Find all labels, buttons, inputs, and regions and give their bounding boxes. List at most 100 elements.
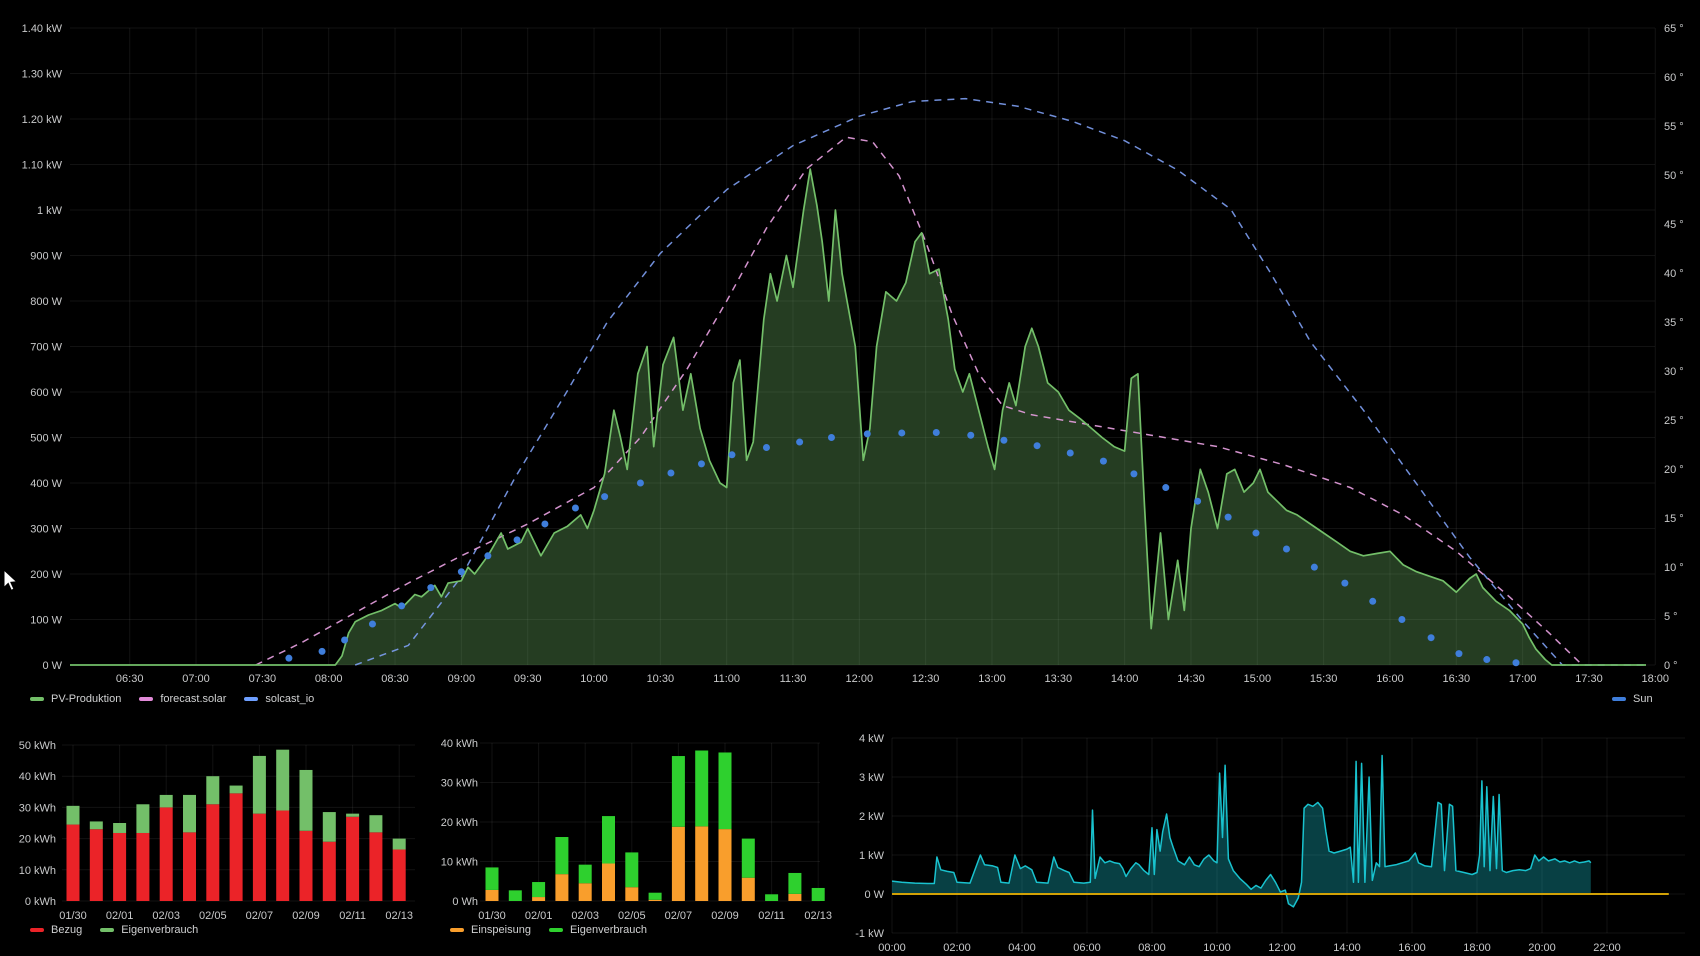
grid-daily-chart-bar-segment[interactable] bbox=[300, 770, 313, 831]
grid-daily-chart-bar-segment[interactable] bbox=[90, 821, 103, 829]
grid-daily-chart-bar-segment[interactable] bbox=[369, 815, 382, 832]
x-axis-label: 02/09 bbox=[711, 910, 739, 922]
solcast-io-point bbox=[1512, 659, 1519, 666]
y-axis-left-label: 400 W bbox=[30, 478, 62, 490]
solcast-io-point bbox=[1428, 634, 1435, 641]
y-axis-left-label: 200 W bbox=[30, 569, 62, 581]
y-axis-right-label: 40 ° bbox=[1664, 268, 1684, 280]
grid-daily-chart-bar-segment[interactable] bbox=[67, 825, 80, 901]
feed-daily-chart-bar-segment[interactable] bbox=[625, 852, 638, 887]
grid-daily-chart-bar-segment[interactable] bbox=[183, 795, 196, 832]
grid-daily-chart-bar-segment[interactable] bbox=[160, 807, 173, 901]
main-chart[interactable]: 1.40 kW1.30 kW1.20 kW1.10 kW1 kW900 W800… bbox=[22, 23, 1684, 685]
grid-daily-chart-bar-segment[interactable] bbox=[300, 831, 313, 901]
grid-daily-chart[interactable]: 50 kWh40 kWh30 kWh20 kWh10 kWh0 kWh01/30… bbox=[19, 740, 415, 922]
feed-daily-chart-bar-segment[interactable] bbox=[486, 867, 499, 890]
grid-daily-chart-bar-segment[interactable] bbox=[323, 842, 336, 901]
grid-daily-chart-bar-segment[interactable] bbox=[393, 850, 406, 901]
x-axis-label: 12:00 bbox=[846, 673, 874, 685]
legend-label: Bezug bbox=[51, 924, 82, 936]
solcast-io-point bbox=[1194, 498, 1201, 505]
grid-daily-chart-bar-segment[interactable] bbox=[136, 804, 149, 833]
legend-item-eigenverbrauch[interactable]: Eigenverbrauch bbox=[100, 924, 198, 936]
grid-daily-chart-bar-segment[interactable] bbox=[253, 814, 266, 901]
feed-daily-chart-bar-segment[interactable] bbox=[765, 894, 778, 901]
grid-daily-chart-bar-segment[interactable] bbox=[369, 832, 382, 901]
feed-daily-chart-bar-segment[interactable] bbox=[742, 839, 755, 878]
feed-daily-chart-bar-segment[interactable] bbox=[602, 863, 615, 901]
feed-daily-chart-bar-segment[interactable] bbox=[532, 882, 545, 897]
legend-item-pv-produktion[interactable]: PV-Produktion bbox=[30, 693, 121, 705]
feed-daily-chart-bar-segment[interactable] bbox=[695, 751, 708, 827]
x-axis-label: 09:30 bbox=[514, 673, 542, 685]
grid-daily-chart-bar-segment[interactable] bbox=[113, 823, 126, 833]
solcast-io-point bbox=[1369, 598, 1376, 605]
legend-item-sun[interactable]: Sun bbox=[1612, 693, 1653, 705]
x-axis-label: 01/30 bbox=[59, 910, 87, 922]
feed-daily-chart-bar-segment[interactable] bbox=[649, 893, 662, 900]
grid-daily-chart-bar-segment[interactable] bbox=[323, 812, 336, 842]
feed-daily-chart-bar-segment[interactable] bbox=[555, 874, 568, 901]
solcast-io-point bbox=[698, 460, 705, 467]
feed-daily-chart-bar-segment[interactable] bbox=[579, 883, 592, 901]
feed-daily-chart-bar-segment[interactable] bbox=[625, 887, 638, 901]
x-axis-label: 01/30 bbox=[478, 910, 506, 922]
y-axis-right-label: 0 ° bbox=[1664, 660, 1678, 672]
grid-daily-chart-bar-segment[interactable] bbox=[230, 786, 243, 794]
grid-daily-chart-bar-segment[interactable] bbox=[113, 833, 126, 901]
legend-item-eigenverbrauch[interactable]: Eigenverbrauch bbox=[549, 924, 647, 936]
grid-daily-chart-bar-segment[interactable] bbox=[230, 793, 243, 901]
feed-daily-chart-bar-segment[interactable] bbox=[788, 894, 801, 901]
grid-daily-chart-bar-segment[interactable] bbox=[183, 832, 196, 901]
grid-daily-chart-bar-segment[interactable] bbox=[90, 829, 103, 901]
grid-daily-chart-bar-segment[interactable] bbox=[253, 756, 266, 814]
legend-item-einspeisung[interactable]: Einspeisung bbox=[450, 924, 531, 936]
legend-item-bezug[interactable]: Bezug bbox=[30, 924, 82, 936]
feed-daily-chart-bar-segment[interactable] bbox=[509, 890, 522, 901]
x-axis-label: 15:30 bbox=[1310, 673, 1338, 685]
feed-daily-chart-bar-segment[interactable] bbox=[812, 888, 825, 901]
y-axis-left-label: 500 W bbox=[30, 433, 62, 445]
grid-daily-chart-bar-segment[interactable] bbox=[346, 814, 359, 817]
grid-daily-chart-bar-segment[interactable] bbox=[67, 806, 80, 825]
grid-daily-chart-bar-segment[interactable] bbox=[206, 804, 219, 901]
grid-daily-chart-bar-segment[interactable] bbox=[276, 750, 289, 811]
feed-daily-chart-bar-segment[interactable] bbox=[695, 826, 708, 901]
feed-daily-chart[interactable]: 40 kWh30 kWh20 kWh10 kWh0 Wh01/3002/0102… bbox=[441, 738, 832, 922]
legend-item-solcast-io[interactable]: solcast_io bbox=[244, 693, 314, 705]
feed-daily-chart-bar-segment[interactable] bbox=[555, 837, 568, 874]
feed-daily-chart-bar-segment[interactable] bbox=[486, 890, 499, 901]
feed-daily-chart-bar-segment[interactable] bbox=[719, 829, 732, 901]
grid-daily-chart-bar-segment[interactable] bbox=[393, 839, 406, 850]
legend-label: PV-Produktion bbox=[51, 693, 121, 705]
y-axis-label: 30 kWh bbox=[19, 802, 56, 814]
grid-daily-chart-bar-segment[interactable] bbox=[276, 811, 289, 901]
grid-daily-chart-bar-segment[interactable] bbox=[206, 776, 219, 804]
feed-daily-chart-bar-segment[interactable] bbox=[788, 873, 801, 894]
feed-daily-chart-bar-segment[interactable] bbox=[719, 752, 732, 829]
y-axis-label: -1 kW bbox=[855, 928, 884, 940]
solcast-io-point bbox=[601, 493, 608, 500]
solcast-io-point bbox=[341, 636, 348, 643]
solcast-io-point bbox=[898, 429, 905, 436]
feed-daily-chart-bar-segment[interactable] bbox=[672, 756, 685, 827]
legend-swatch-icon bbox=[244, 697, 258, 701]
legend-item-forecast-solar[interactable]: forecast.solar bbox=[139, 693, 226, 705]
x-axis-label: 08:00 bbox=[1138, 942, 1166, 954]
grid-daily-chart-bar-segment[interactable] bbox=[136, 833, 149, 901]
grid-daily-chart-bar-segment[interactable] bbox=[160, 795, 173, 807]
feed-daily-chart-bar-segment[interactable] bbox=[532, 897, 545, 901]
feed-daily-chart-bar-segment[interactable] bbox=[672, 827, 685, 901]
consumption-chart[interactable]: 4 kW3 kW2 kW1 kW0 W-1 kW00:0002:0004:000… bbox=[855, 733, 1685, 954]
feed-daily-chart-bar-segment[interactable] bbox=[742, 878, 755, 901]
solcast-io-point bbox=[728, 451, 735, 458]
y-axis-left-label: 1.40 kW bbox=[22, 23, 63, 35]
feed-daily-chart-bar-segment[interactable] bbox=[649, 900, 662, 901]
feed-daily-chart-bar-segment[interactable] bbox=[579, 865, 592, 884]
solcast-io-point bbox=[967, 432, 974, 439]
y-axis-right-label: 5 ° bbox=[1664, 611, 1678, 623]
grid-daily-chart-bar-segment[interactable] bbox=[346, 817, 359, 901]
feed-daily-chart-bar-segment[interactable] bbox=[602, 816, 615, 863]
y-axis-label: 40 kWh bbox=[441, 738, 478, 750]
y-axis-label: 10 kWh bbox=[441, 857, 478, 869]
